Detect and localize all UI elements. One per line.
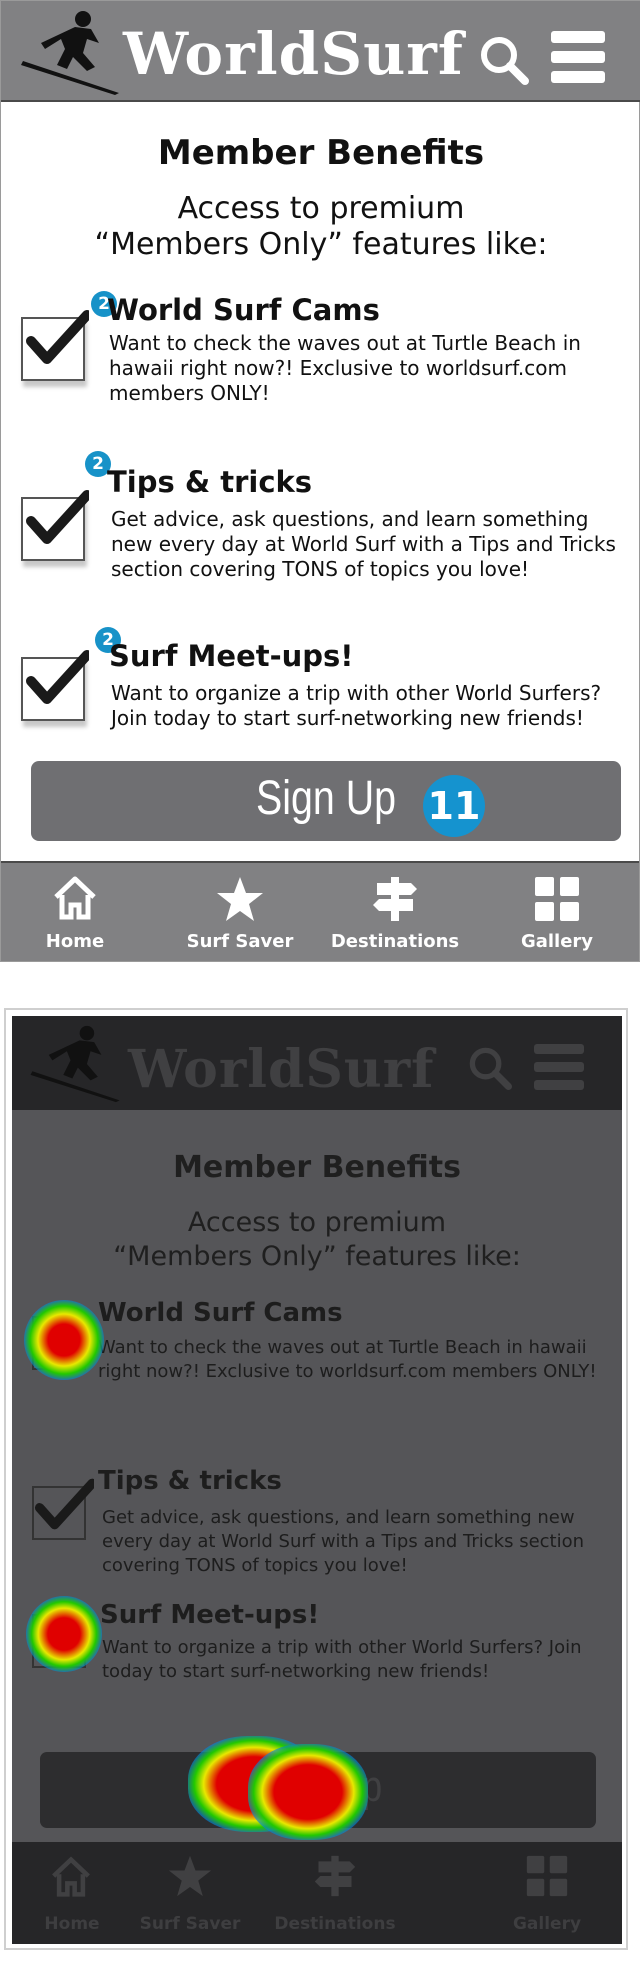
checkmark-icon [34,1478,94,1530]
signpost-icon [373,877,417,921]
bottom-tab-bar: Home Surf Saver Destinations Gallery [1,861,639,961]
tab-label: Gallery [520,931,594,952]
sign-up-label: Sign Up [255,772,397,825]
benefit-description: Want to organize a trip with other World… [111,681,602,730]
intro-line-1: Access to premium [187,1207,447,1238]
app-header: WorldSurf [1,1,640,102]
page-title: Member Benefits [157,133,485,173]
benefit-title: Surf Meet-ups! [109,639,354,673]
checkmark-icon [26,310,89,364]
signpost-icon [314,1855,356,1897]
surfer-logo-icon [30,1025,120,1103]
brand-wordmark[interactable]: WorldSurf [123,25,464,83]
tab-destinations[interactable]: Destinations [325,863,465,963]
intro-line-2: “Members Only” features like: [94,227,548,262]
benefit-title: World Surf Cams [107,293,380,327]
tab-label: Home [45,931,105,952]
brand-wordmark: WorldSurf [128,1039,435,1100]
heat-spot-cams [24,1300,104,1380]
benefit-item-meetups: 2 Surf Meet-ups! Want to organize a trip… [21,627,631,737]
benefit-title: Tips & tricks [107,465,313,499]
hamburger-menu-icon[interactable] [551,31,605,85]
tab-home[interactable]: Home [15,863,135,963]
tab-label: Gallery [512,1914,582,1934]
page-title: Member Benefits [173,1150,461,1185]
tab-label: Destinations [274,1914,396,1934]
benefit-title: Tips & tricks [98,1466,282,1496]
heat-spot-signup-2 [248,1744,368,1840]
star-icon [217,877,263,921]
benefit-checkbox-tips [32,1478,94,1540]
tab-destinations: Destinations [260,1842,410,1944]
grid-icon [526,1855,568,1897]
tab-surf-saver: Surf Saver [130,1842,250,1944]
benefit-description: Get advice, ask questions, and learn som… [102,1507,585,1576]
click-count-badge: 11 [423,775,485,837]
benefit-description: Want to check the waves out at Turtle Be… [98,1337,597,1382]
sign-up-button[interactable]: Sign Up 11 [31,761,621,841]
benefit-checkbox-tips[interactable] [21,490,89,561]
hamburger-menu-icon [534,1044,584,1090]
benefit-description: Get advice, ask questions, and learn som… [111,507,616,581]
benefit-checkbox-meetups[interactable] [21,650,89,721]
benefit-description: Want to organize a trip with other World… [102,1637,582,1682]
search-icon[interactable] [479,35,529,85]
checkmark-icon [26,650,89,704]
benefit-item-tips: 2 Tips & tricks Get advice, ask question… [21,451,631,581]
intro-text: Access to premium “Members Only” feature… [1,191,640,263]
tab-gallery: Gallery [492,1842,602,1944]
heatmap-screen: WorldSurf Member Benefits Access to prem… [12,1016,622,1944]
tab-surf-saver[interactable]: Surf Saver [175,863,305,963]
search-icon [469,1047,512,1090]
benefit-description: Want to check the waves out at Turtle Be… [109,331,581,405]
benefit-title: World Surf Cams [98,1298,343,1328]
intro-line-1: Access to premium [177,191,465,226]
tab-gallery[interactable]: Gallery [497,863,617,963]
heatmap-panel: WorldSurf Member Benefits Access to prem… [4,1008,628,1950]
app-header: WorldSurf [12,1016,622,1110]
heat-spot-meetups [26,1596,102,1672]
benefit-title: Surf Meet-ups! [100,1600,320,1630]
tab-label: Home [44,1914,100,1934]
grid-icon [535,877,579,921]
benefit-item-cams: 2 World Surf Cams Want to check the wave… [21,291,631,411]
tab-label: Surf Saver [139,1914,241,1934]
member-benefits-screen: WorldSurf Member Benefits Access to prem… [0,0,640,962]
tab-home: Home [12,1842,132,1944]
bottom-tab-bar: Home Surf Saver Destinations Gallery [12,1842,622,1944]
tab-label: Destinations [330,931,460,952]
home-icon [52,1856,90,1897]
intro-line-2: “Members Only” features like: [113,1241,521,1272]
intro-text: Access to premium “Members Only” feature… [12,1206,622,1274]
surfer-logo-icon[interactable] [21,9,121,97]
home-icon [54,876,96,920]
star-icon [168,1855,212,1897]
benefit-checkbox-cams[interactable] [21,310,89,381]
tab-label: Surf Saver [186,931,294,952]
checkmark-icon [26,490,89,544]
